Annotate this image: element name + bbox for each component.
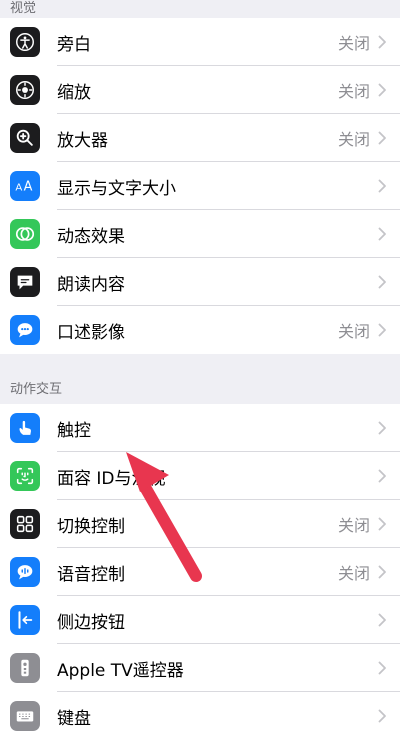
chevron-right-icon	[378, 275, 388, 289]
settings-row-vision-2[interactable]: 缩放 关闭	[0, 66, 400, 114]
settings-row-vision-3[interactable]: 放大器 关闭	[0, 114, 400, 162]
chevron-right-icon	[378, 613, 388, 627]
chevron-right-icon	[378, 35, 388, 49]
voiceover-icon	[10, 27, 40, 57]
settings-row-interaction-2[interactable]: 面容 ID与注视	[0, 452, 400, 500]
row-status-value: 关闭	[337, 82, 370, 101]
section-header-vision: 视觉	[10, 1, 37, 16]
settings-row-interaction-3[interactable]: 切换控制 关闭	[0, 500, 400, 548]
chevron-right-icon	[378, 83, 388, 97]
motion-icon	[10, 219, 40, 249]
switch-grid-icon	[10, 509, 40, 539]
settings-row-interaction-7[interactable]: 键盘	[0, 692, 400, 738]
settings-row-interaction-5[interactable]: 侧边按钮	[0, 596, 400, 644]
chevron-right-icon	[378, 179, 388, 193]
face-id-icon	[10, 461, 40, 491]
row-label: 朗读内容	[57, 274, 125, 295]
row-label: 面容 ID与注视	[57, 468, 166, 489]
chevron-right-icon	[378, 517, 388, 531]
row-status-value: 关闭	[337, 516, 370, 535]
row-label: 显示与文字大小	[57, 178, 176, 199]
row-label: 放大器	[57, 130, 108, 151]
settings-row-vision-5[interactable]: 动态效果	[0, 210, 400, 258]
svg-text:A: A	[15, 183, 22, 194]
row-label: 切换控制	[57, 516, 125, 537]
chevron-right-icon	[378, 469, 388, 483]
interaction-group: 触控 面容 ID与注视 切换控制 关闭 语音控制 关闭 侧边按钮 Apple TV遥控器 键盘	[0, 404, 400, 738]
row-label: Apple TV遥控器	[57, 660, 184, 681]
row-label: 缩放	[57, 82, 91, 103]
settings-row-vision-6[interactable]: 朗读内容	[0, 258, 400, 306]
chevron-right-icon	[378, 565, 388, 579]
magnifier-icon	[10, 123, 40, 153]
row-label: 口述影像	[57, 322, 125, 343]
text-size-icon: AA	[10, 171, 40, 201]
row-status-value: 关闭	[337, 34, 370, 53]
row-label: 动态效果	[57, 226, 125, 247]
voice-control-icon	[10, 557, 40, 587]
vision-group: 旁白 关闭 缩放 关闭 放大器 关闭 A A 显示与文字大小 动态效果 朗读内容 口述影像 关闭	[0, 18, 400, 354]
chevron-right-icon	[378, 323, 388, 337]
row-label: 侧边按钮	[57, 612, 125, 633]
settings-row-interaction-1[interactable]: 触控	[0, 404, 400, 452]
row-status-value: 关闭	[337, 564, 370, 583]
speech-bubble-icon	[10, 267, 40, 297]
row-label: 键盘	[57, 708, 91, 729]
zoom-icon	[10, 75, 40, 105]
settings-row-interaction-6[interactable]: Apple TV遥控器	[0, 644, 400, 692]
remote-icon	[10, 653, 40, 683]
chevron-right-icon	[378, 131, 388, 145]
settings-row-vision-1[interactable]: 旁白 关闭	[0, 18, 400, 66]
audio-description-icon	[10, 315, 40, 345]
row-status-value: 关闭	[337, 322, 370, 341]
row-label: 语音控制	[57, 564, 125, 585]
settings-list: 视觉 旁白 关闭 缩放 关闭 放大器 关闭 A A 显示与文字大小 动态效果 朗读内容 口述影像 关闭 …	[0, 0, 400, 738]
chevron-right-icon	[378, 661, 388, 675]
row-status-value: 关闭	[337, 130, 370, 149]
side-button-icon	[10, 605, 40, 635]
chevron-right-icon	[378, 227, 388, 241]
settings-row-vision-4[interactable]: A A 显示与文字大小	[0, 162, 400, 210]
settings-row-vision-7[interactable]: 口述影像 关闭	[0, 306, 400, 354]
svg-text:A: A	[24, 180, 33, 195]
chevron-right-icon	[378, 709, 388, 723]
section-header-interaction: 动作交互	[10, 382, 63, 397]
settings-row-interaction-4[interactable]: 语音控制 关闭	[0, 548, 400, 596]
row-label: 旁白	[57, 34, 91, 55]
row-label: 触控	[57, 420, 91, 441]
keyboard-icon	[10, 701, 40, 731]
hand-touch-icon	[10, 413, 40, 443]
chevron-right-icon	[378, 421, 388, 435]
